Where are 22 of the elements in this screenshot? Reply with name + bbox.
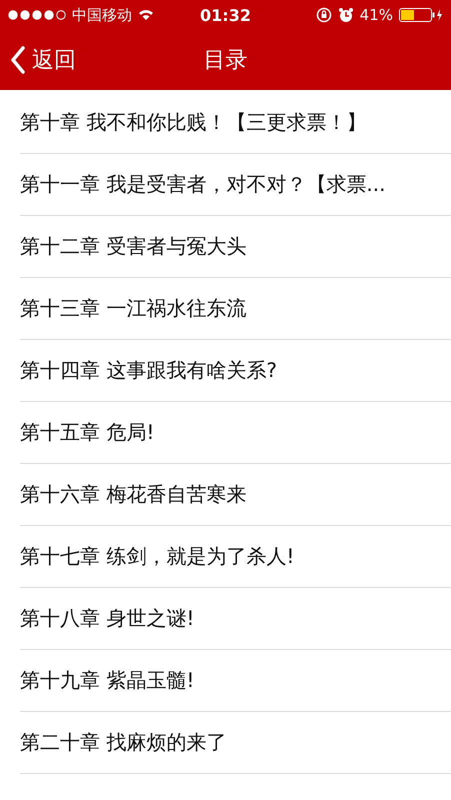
chapter-title[interactable]: 第十章 我不和你比贱！【三更求票！】: [20, 109, 366, 136]
chapter-title[interactable]: 第十三章 一江祸水往东流: [20, 295, 246, 322]
rotation-lock-icon: [316, 7, 332, 23]
chapter-title[interactable]: 第十四章 这事跟我有啥关系?: [20, 357, 277, 384]
back-button[interactable]: 返回: [0, 45, 86, 75]
chapter-title[interactable]: 第十五章 危局!: [20, 419, 154, 446]
chapter-title[interactable]: 第十九章 紫晶玉髓!: [20, 667, 194, 694]
chapter-title[interactable]: 第十八章 身世之谜!: [20, 605, 194, 632]
page-title: 目录: [204, 47, 248, 75]
chapter-title[interactable]: 第十一章 我是受害者，对不对？【求票...: [20, 171, 386, 198]
status-time: 01:32: [200, 6, 251, 24]
chevron-left-icon: [10, 46, 26, 74]
signal-icon: [8, 10, 66, 20]
chapter-title[interactable]: 第二十章 找麻烦的来了: [20, 729, 226, 756]
chapter-title[interactable]: 第十二章 受害者与冤大头: [20, 233, 246, 260]
alarm-icon: [338, 7, 354, 23]
wifi-icon: [138, 9, 154, 21]
chapter-title[interactable]: 第十七章 练剑，就是为了杀人!: [20, 543, 294, 570]
carrier-name: 中国移动: [72, 6, 132, 24]
battery-icon: [399, 8, 443, 22]
chapter-title[interactable]: 第十六章 梅花香自苦寒来: [20, 481, 246, 508]
battery-percent: 41%: [360, 6, 393, 24]
